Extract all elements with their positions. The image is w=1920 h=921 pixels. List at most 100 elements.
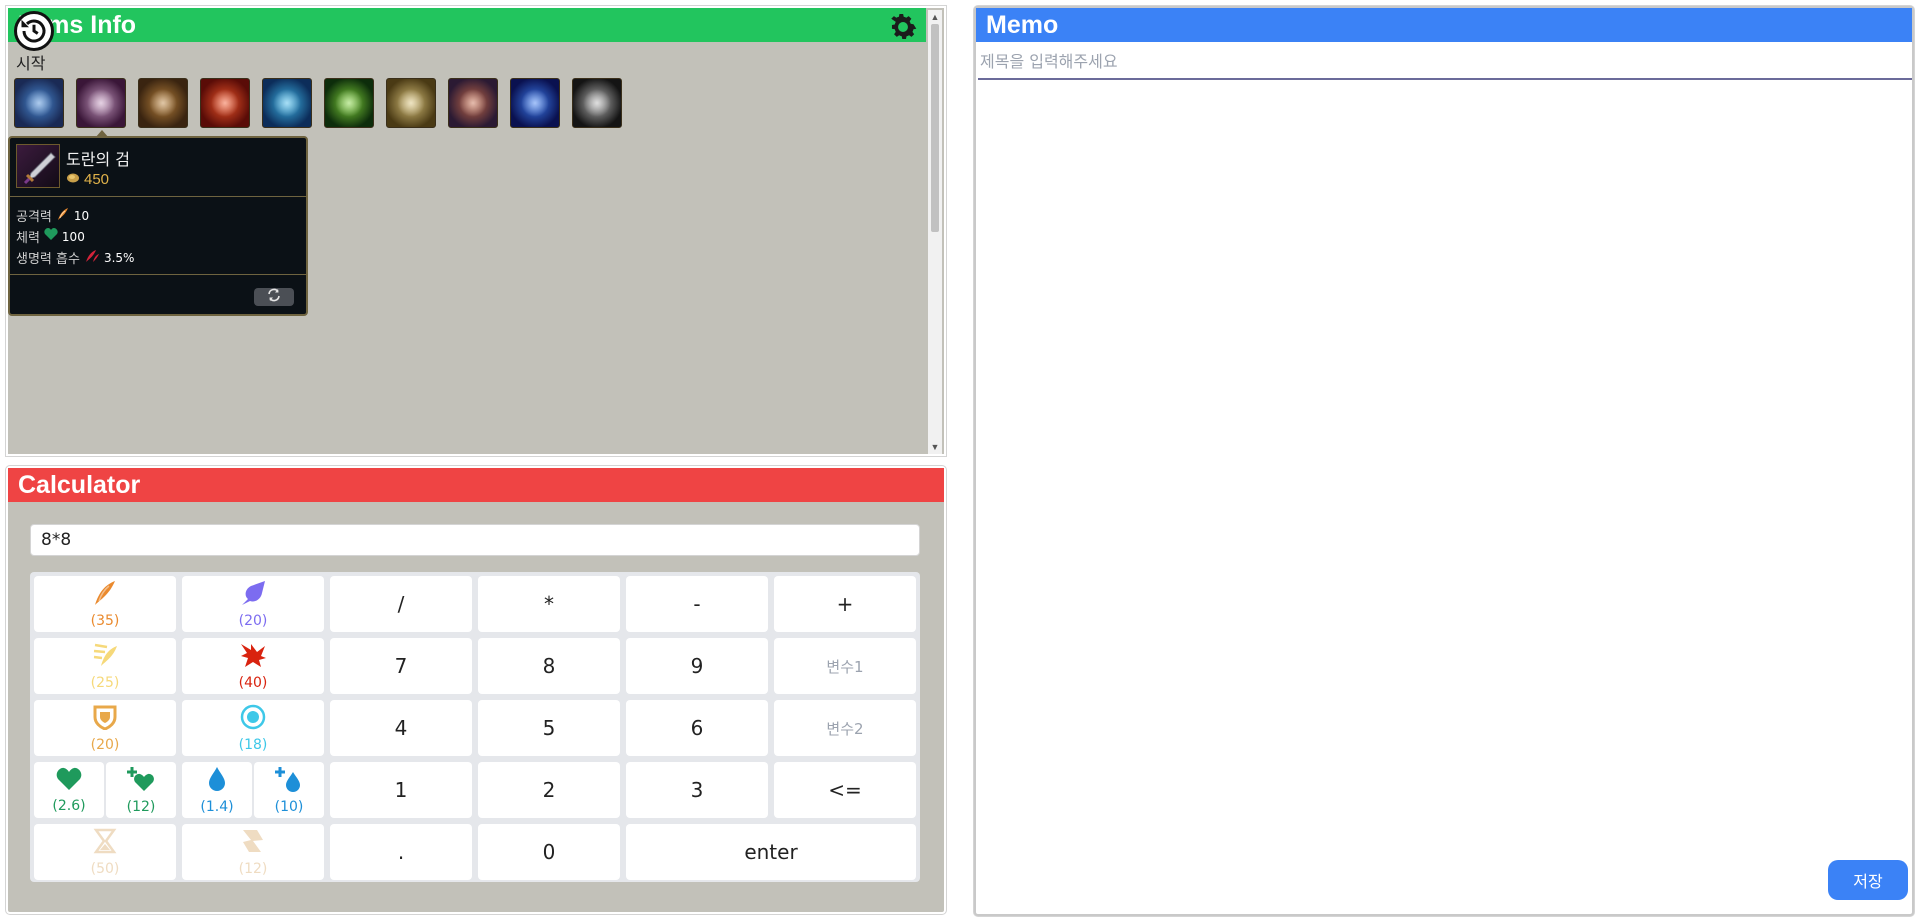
water-item-icon[interactable] xyxy=(262,78,312,128)
calculator-header: Calculator xyxy=(8,468,944,502)
memo-title: Memo xyxy=(986,11,1059,39)
move-speed-icon xyxy=(239,828,267,859)
health-regen-icon xyxy=(127,766,155,797)
divide-key[interactable]: / xyxy=(330,576,472,632)
attack-speed-icon xyxy=(91,642,119,673)
scroll-up-icon[interactable]: ▲ xyxy=(930,12,940,22)
gear-icon[interactable] xyxy=(886,10,920,44)
stat-label: 공격력 xyxy=(16,210,52,225)
items-scrollbar[interactable]: ▲ ▼ xyxy=(928,10,942,454)
variable1-key[interactable]: 변수1 xyxy=(774,638,916,694)
stat-key-value: (35) xyxy=(90,612,120,629)
tooltip-divider xyxy=(10,196,306,197)
magic-resist-key[interactable]: (18) xyxy=(182,700,324,756)
stat-label: 생명력 흡수 xyxy=(16,252,80,267)
item-list xyxy=(14,78,622,128)
tooltip-stat: 생명력 흡수 3.5% xyxy=(16,248,134,267)
seven-key[interactable]: 7 xyxy=(330,638,472,694)
stat-key-value: (10) xyxy=(274,798,304,815)
sword-icon xyxy=(16,144,60,188)
scrollbar-thumb[interactable] xyxy=(931,24,939,232)
one-key[interactable]: 1 xyxy=(330,762,472,818)
attack-speed-key[interactable]: (25) xyxy=(34,638,176,694)
zero-key[interactable]: 0 xyxy=(478,824,620,880)
memo-panel: Memo 제목을 입력해주세요 저장 xyxy=(974,6,1914,916)
minus-key[interactable]: - xyxy=(626,576,768,632)
ring-item-icon[interactable] xyxy=(14,78,64,128)
stat-key-value: (20) xyxy=(90,736,120,753)
attack-damage-key[interactable]: (35) xyxy=(34,576,176,632)
mana-icon xyxy=(206,766,228,797)
lifesteal-icon xyxy=(84,249,100,267)
save-button[interactable]: 저장 xyxy=(1828,860,1908,900)
items-info-header: Items Info xyxy=(8,8,926,42)
stat-key-value: (50) xyxy=(90,860,120,877)
stat-value: 3.5% xyxy=(103,250,135,265)
crit-key[interactable]: (40) xyxy=(182,638,324,694)
calculator-title: Calculator xyxy=(18,471,141,499)
section-label: 시작 xyxy=(16,54,46,73)
tooltip-stat: 체력 100 xyxy=(16,227,85,246)
ability-power-icon xyxy=(239,580,267,611)
stat-key-value: (40) xyxy=(238,674,268,691)
tooltip-item-name: 도란의 검 xyxy=(66,150,130,169)
stat-key-value: (2.6) xyxy=(52,797,86,814)
plus-key[interactable]: + xyxy=(774,576,916,632)
eight-key[interactable]: 8 xyxy=(478,638,620,694)
backspace-key[interactable]: <= xyxy=(774,762,916,818)
stat-key-value: (20) xyxy=(238,612,268,629)
scroll-down-icon[interactable]: ▼ xyxy=(930,442,940,452)
move-speed-key[interactable]: (12) xyxy=(182,824,324,880)
crit-icon xyxy=(239,642,267,673)
health-key[interactable]: (2.6) xyxy=(34,762,104,818)
stat-key-value: (12) xyxy=(126,798,156,815)
enter-key[interactable]: enter xyxy=(626,824,916,880)
mana-key[interactable]: (1.4) xyxy=(182,762,252,818)
tooltip-item-cost: 450 xyxy=(66,171,109,188)
armor-key[interactable]: (20) xyxy=(34,700,176,756)
ability-power-key[interactable]: (20) xyxy=(182,576,324,632)
five-key[interactable]: 5 xyxy=(478,700,620,756)
tear-item-icon[interactable] xyxy=(510,78,560,128)
multiply-key[interactable]: * xyxy=(478,576,620,632)
refresh-button[interactable] xyxy=(254,288,294,306)
health-icon xyxy=(44,228,58,245)
mana-regen-key[interactable]: (10) xyxy=(254,762,324,818)
gold-icon xyxy=(66,171,80,188)
attack-damage-icon xyxy=(91,580,119,611)
health-regen-key[interactable]: (12) xyxy=(106,762,176,818)
ability-haste-key[interactable]: (50) xyxy=(34,824,176,880)
mana-regen-icon xyxy=(275,766,303,797)
calculator-input[interactable]: 8*8 xyxy=(30,524,920,556)
six-key[interactable]: 6 xyxy=(626,700,768,756)
stat-value: 10 xyxy=(73,208,90,223)
four-key[interactable]: 4 xyxy=(330,700,472,756)
sword-item-icon[interactable] xyxy=(76,78,126,128)
orb-item-icon[interactable] xyxy=(448,78,498,128)
shield-item-icon[interactable] xyxy=(138,78,188,128)
memo-title-input[interactable]: 제목을 입력해주세요 xyxy=(978,50,1912,80)
stat-label: 체력 xyxy=(16,231,40,246)
history-icon[interactable] xyxy=(14,11,54,51)
calculator-keypad: / * - + 7 8 9 변수1 4 5 6 변수2 1 2 3 <= . 0… xyxy=(30,572,920,882)
nine-key[interactable]: 9 xyxy=(626,638,768,694)
three-key[interactable]: 3 xyxy=(626,762,768,818)
stat-key-value: (18) xyxy=(238,736,268,753)
attack-damage-icon xyxy=(56,207,70,225)
memo-header: Memo xyxy=(976,8,1912,42)
scythe-item-icon[interactable] xyxy=(572,78,622,128)
tooltip-cost-value: 450 xyxy=(84,171,110,188)
magic-resist-icon xyxy=(240,704,266,735)
stat-key-value: (25) xyxy=(90,674,120,691)
scroll-item-icon[interactable] xyxy=(386,78,436,128)
hourglass-icon xyxy=(92,828,118,859)
two-key[interactable]: 2 xyxy=(478,762,620,818)
fire-item-icon[interactable] xyxy=(200,78,250,128)
stat-value: 100 xyxy=(61,229,85,244)
item-tooltip: 도란의 검 450 공격력 10 체력 100 생명력 흡수 3.5% xyxy=(8,130,308,316)
stat-key-value: (12) xyxy=(238,860,268,877)
decimal-key[interactable]: . xyxy=(330,824,472,880)
variable2-key[interactable]: 변수2 xyxy=(774,700,916,756)
health-icon xyxy=(56,767,82,796)
leaf-item-icon[interactable] xyxy=(324,78,374,128)
